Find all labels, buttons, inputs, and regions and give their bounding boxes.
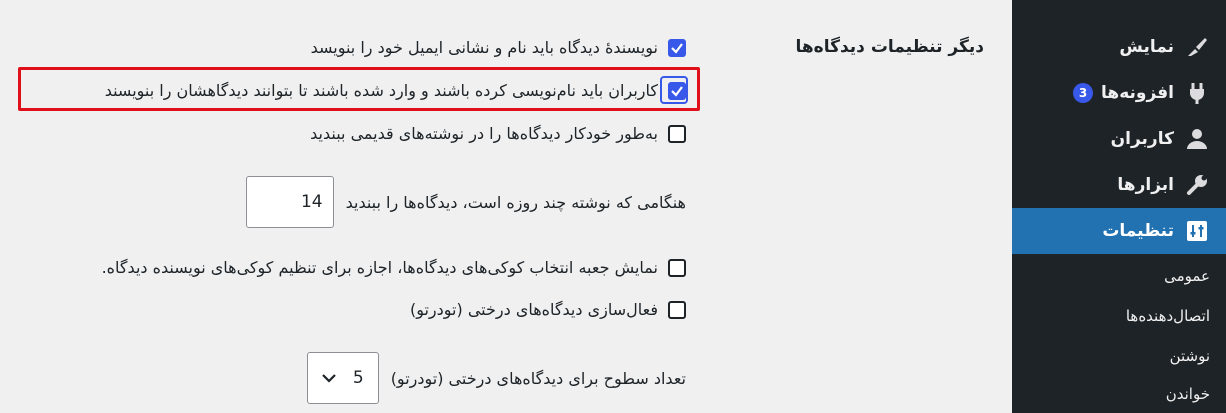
admin-sidebar: نمایش افزونه‌ها 3 کاربران ابزارها تنظیما… xyxy=(1003,0,1226,413)
submenu-item-reading[interactable]: خواندن xyxy=(1166,385,1210,403)
thread-depth-value: 5 xyxy=(352,368,364,388)
sidebar-item-users[interactable]: کاربران xyxy=(1012,116,1226,162)
cookies-optin-checkbox[interactable] xyxy=(668,258,686,277)
settings-icon xyxy=(1184,218,1210,244)
plugin-icon xyxy=(1184,80,1210,106)
option-close-after-days: هنگامی که نوشته چند روزه است، دیدگاه‌ها … xyxy=(245,176,686,228)
option-threaded-comments[interactable]: فعال‌سازی دیدگاه‌های درختی (تودرتو) xyxy=(410,300,686,319)
sidebar-item-settings[interactable]: تنظیمات xyxy=(1003,208,1226,254)
close-after-days-input[interactable] xyxy=(245,176,334,228)
require-registration-checkbox[interactable] xyxy=(668,81,686,100)
thread-depth-select[interactable]: 5 xyxy=(306,352,379,404)
chevron-down-icon xyxy=(321,368,336,388)
sidebar-item-appearance[interactable]: نمایش xyxy=(1012,24,1226,70)
option-label: به‌طور خودکار دیدگاه‌ها را در نوشته‌های … xyxy=(310,124,658,143)
require-name-email-checkbox[interactable] xyxy=(668,38,686,57)
wrench-icon xyxy=(1184,172,1210,198)
section-title: دیگر تنظیمات دیدگاه‌ها xyxy=(795,37,985,57)
option-require-registration[interactable]: کاربران باید نام‌نویسی کرده باشند و وارد… xyxy=(105,81,686,100)
sidebar-item-tools[interactable]: ابزارها xyxy=(1012,162,1226,208)
user-icon xyxy=(1184,126,1210,152)
option-thread-depth: تعداد سطوح برای دیدگاه‌های درختی (تودرتو… xyxy=(306,352,686,404)
sidebar-item-label: تنظیمات xyxy=(1102,221,1174,241)
submenu-item-general[interactable]: عمومی xyxy=(1164,267,1210,285)
option-label: نویسندهٔ دیدگاه باید نام و نشانی ایمیل خ… xyxy=(310,38,658,57)
submenu-item-writing[interactable]: نوشتن xyxy=(1170,347,1210,365)
close-old-comments-checkbox[interactable] xyxy=(668,124,686,143)
option-cookies-optin[interactable]: نمایش جعبه انتخاب کوکی‌های دیدگاه‌ها، اج… xyxy=(102,258,686,277)
thread-depth-label: تعداد سطوح برای دیدگاه‌های درختی (تودرتو… xyxy=(390,368,686,388)
option-require-name-email[interactable]: نویسندهٔ دیدگاه باید نام و نشانی ایمیل خ… xyxy=(311,38,686,57)
update-count-badge: 3 xyxy=(1073,83,1094,103)
sidebar-item-label: ابزارها xyxy=(1117,175,1174,195)
brush-icon xyxy=(1184,34,1210,60)
submenu-item-connectors[interactable]: اتصال‌دهنده‌ها xyxy=(1126,307,1210,325)
option-label: کاربران باید نام‌نویسی کرده باشند و وارد… xyxy=(104,81,658,100)
sidebar-item-label: نمایش xyxy=(1119,37,1174,57)
check-icon xyxy=(671,85,683,97)
sidebar-item-label: افزونه‌ها xyxy=(1101,83,1174,103)
threaded-comments-checkbox[interactable] xyxy=(668,300,686,319)
option-close-old-comments[interactable]: به‌طور خودکار دیدگاه‌ها را در نوشته‌های … xyxy=(310,124,686,143)
check-icon xyxy=(671,42,683,54)
sidebar-item-plugins[interactable]: افزونه‌ها 3 xyxy=(1012,70,1226,116)
sidebar-item-label: کاربران xyxy=(1110,129,1174,149)
close-after-label: هنگامی که نوشته چند روزه است، دیدگاه‌ها … xyxy=(345,192,686,212)
option-label: فعال‌سازی دیدگاه‌های درختی (تودرتو) xyxy=(409,300,658,319)
option-label: نمایش جعبه انتخاب کوکی‌های دیدگاه‌ها، اج… xyxy=(101,258,658,277)
